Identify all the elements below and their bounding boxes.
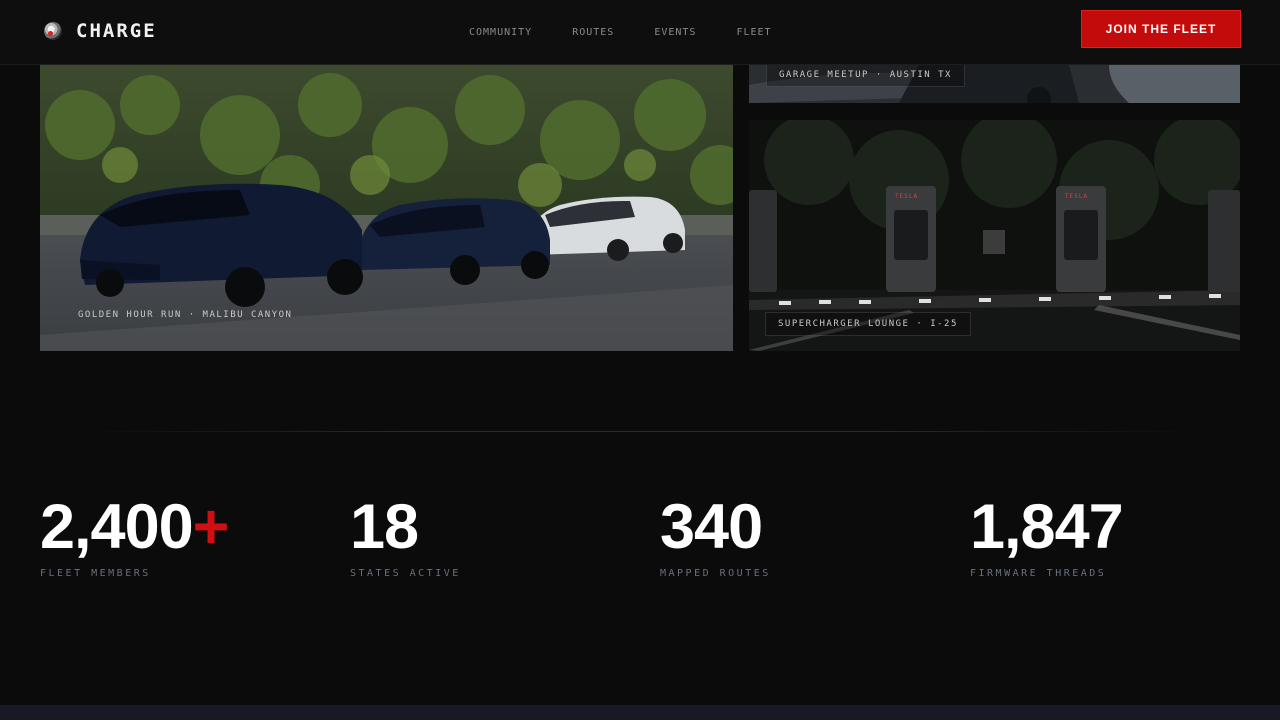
photo-caption: SUPERCHARGER LOUNGE · I-25 — [765, 312, 971, 336]
nav-link-fleet[interactable]: FLEET — [736, 27, 771, 38]
photo-garage-meetup[interactable]: GARAGE MEETUP · AUSTIN TX — [749, 65, 1240, 103]
charge-logo-icon — [44, 22, 62, 40]
stat-number: 1,847 — [970, 492, 1124, 562]
photo-caption: GARAGE MEETUP · AUSTIN TX — [766, 65, 965, 87]
charger-sign-text: TESLA — [895, 193, 918, 200]
brand[interactable]: CHARGE — [44, 20, 157, 42]
stat-number: 18 — [350, 492, 419, 562]
stat-fleet-members: 2,400+ FLEET MEMBERS — [40, 492, 230, 579]
stat-label: MAPPED ROUTES — [660, 568, 771, 579]
stat-mapped-routes: 340 MAPPED ROUTES — [660, 492, 771, 579]
stat-value: 1,847 — [970, 492, 1124, 562]
next-section-edge — [0, 705, 1280, 720]
charger-sign-text: TESLA — [1065, 193, 1088, 200]
stat-value: 2,400+ — [40, 492, 230, 562]
stat-number: 2,400 — [40, 492, 194, 562]
photo-caption: GOLDEN HOUR RUN · MALIBU CANYON — [78, 310, 293, 320]
stat-label: STATES ACTIVE — [350, 568, 461, 579]
site-header: CHARGE COMMUNITY ROUTES EVENTS FLEET JOI… — [0, 0, 1280, 65]
main-nav: COMMUNITY ROUTES EVENTS FLEET — [469, 27, 812, 38]
stat-label: FLEET MEMBERS — [40, 568, 151, 579]
section-divider — [80, 431, 1200, 432]
stat-firmware-threads: 1,847 FIRMWARE THREADS — [970, 492, 1124, 579]
stat-value: 18 — [350, 492, 461, 562]
stat-plus-suffix: + — [192, 492, 230, 562]
join-fleet-button[interactable]: JOIN THE FLEET — [1081, 10, 1241, 48]
stat-value: 340 — [660, 492, 771, 562]
photo-golden-hour-run[interactable]: GOLDEN HOUR RUN · MALIBU CANYON — [40, 65, 733, 351]
brand-name: CHARGE — [76, 20, 157, 42]
photo-supercharger-lounge[interactable]: TESLA TESLA SUPERCHARGER LOUNGE · I-25 — [749, 120, 1240, 351]
nav-link-events[interactable]: EVENTS — [654, 27, 696, 38]
stat-label: FIRMWARE THREADS — [970, 568, 1107, 579]
stat-states-active: 18 STATES ACTIVE — [350, 492, 461, 579]
stat-number: 340 — [660, 492, 763, 562]
nav-link-community[interactable]: COMMUNITY — [469, 27, 532, 38]
nav-link-routes[interactable]: ROUTES — [572, 27, 614, 38]
